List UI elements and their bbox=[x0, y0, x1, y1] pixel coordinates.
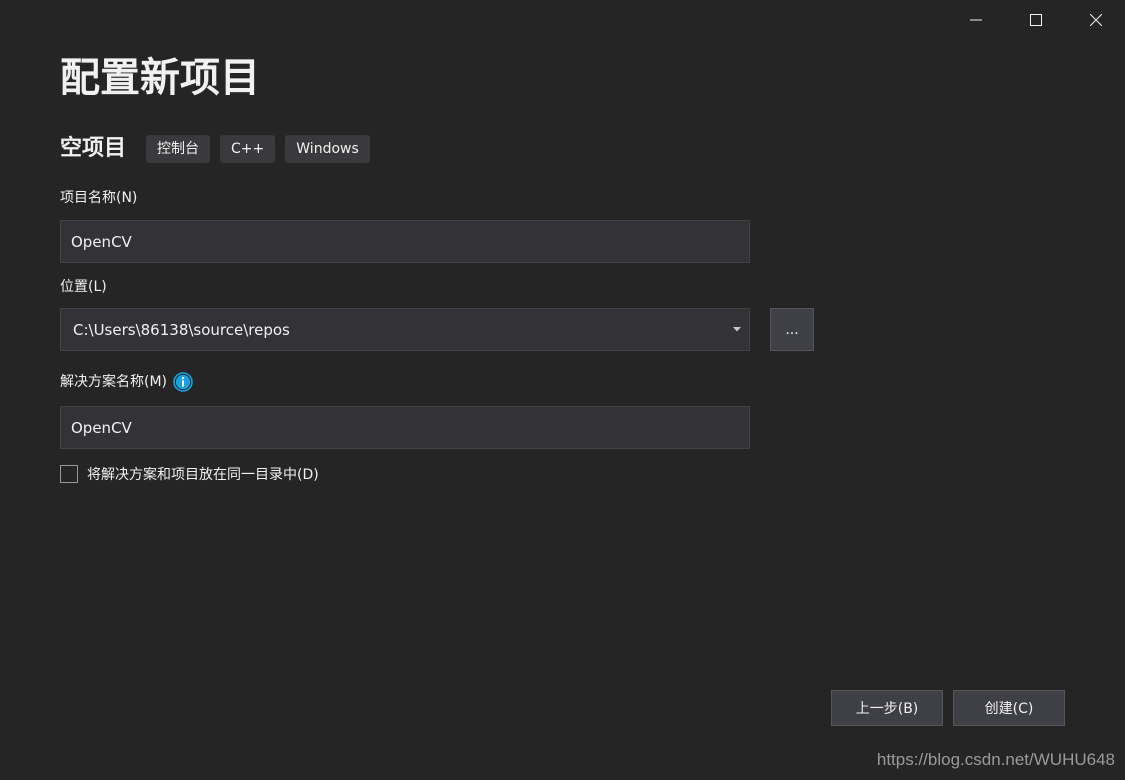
minimize-icon bbox=[970, 19, 982, 21]
page-title: 配置新项目 bbox=[60, 55, 260, 101]
dropdown-arrow-icon[interactable] bbox=[727, 309, 747, 350]
maximize-button[interactable] bbox=[1006, 0, 1066, 40]
same-directory-checkbox[interactable] bbox=[60, 465, 78, 483]
project-name-label: 项目名称(N) bbox=[60, 190, 138, 206]
location-value[interactable]: C:\Users\86138\source\repos bbox=[61, 321, 727, 339]
location-combobox[interactable]: C:\Users\86138\source\repos bbox=[60, 308, 750, 351]
solution-name-label: 解决方案名称(M) bbox=[60, 374, 168, 390]
solution-name-input[interactable] bbox=[60, 406, 750, 449]
browse-button[interactable]: ... bbox=[770, 308, 814, 351]
template-info: 空项目 控制台 C++ Windows bbox=[60, 134, 380, 164]
configure-project-window: 配置新项目 空项目 控制台 C++ Windows 项目名称(N) 位置(L) … bbox=[0, 0, 1125, 780]
maximize-icon bbox=[1030, 14, 1042, 26]
close-icon bbox=[1090, 14, 1102, 26]
template-name: 空项目 bbox=[60, 136, 127, 161]
project-name-input[interactable] bbox=[60, 220, 750, 263]
minimize-button[interactable] bbox=[946, 0, 1006, 40]
info-icon[interactable] bbox=[173, 372, 193, 392]
solution-name-label-row: 解决方案名称(M) bbox=[60, 372, 193, 392]
close-button[interactable] bbox=[1066, 0, 1125, 40]
same-directory-label[interactable]: 将解决方案和项目放在同一目录中(D) bbox=[87, 464, 319, 484]
tag-cpp: C++ bbox=[220, 135, 276, 163]
back-button[interactable]: 上一步(B) bbox=[831, 690, 943, 726]
tag-console: 控制台 bbox=[146, 135, 211, 163]
location-label: 位置(L) bbox=[60, 279, 107, 295]
tag-windows: Windows bbox=[285, 135, 370, 163]
watermark: https://blog.csdn.net/WUHU648 bbox=[876, 750, 1115, 769]
same-directory-option[interactable]: 将解决方案和项目放在同一目录中(D) bbox=[60, 463, 319, 485]
create-button[interactable]: 创建(C) bbox=[953, 690, 1065, 726]
